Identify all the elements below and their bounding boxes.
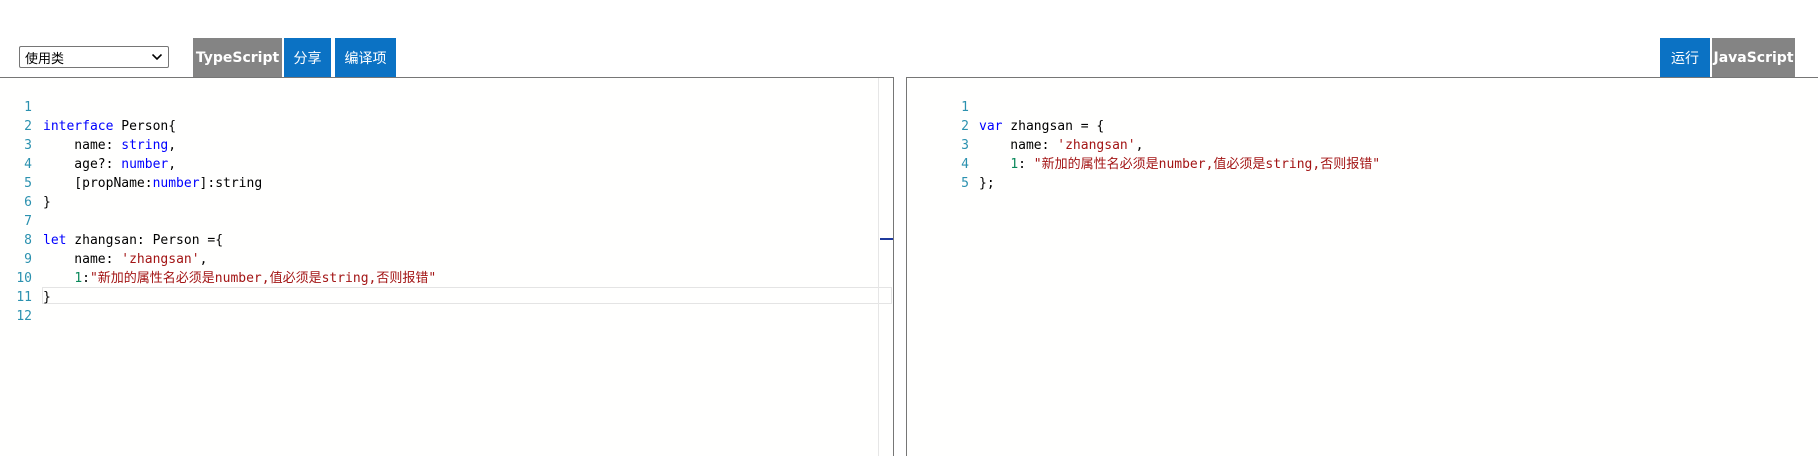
code-line: 4 [propName:number]:string <box>0 136 893 191</box>
javascript-output-editor[interactable]: 1 var zhangsan = { 2 name: 'zhangsan', 3… <box>906 77 1818 456</box>
vertical-scrollbar[interactable] <box>878 78 892 456</box>
typescript-tab[interactable]: TypeScript <box>193 38 282 77</box>
code-line: 1 var zhangsan = { <box>907 79 1818 134</box>
code-line: 6 <box>0 174 893 210</box>
code-line: 7 let zhangsan: Person ={ <box>0 193 893 248</box>
example-select-value: 使用类 <box>25 51 65 67</box>
example-select[interactable]: 使用类 <box>19 46 169 68</box>
run-button[interactable]: 运行 <box>1660 38 1710 77</box>
code-line: 5 } <box>0 155 893 210</box>
typescript-editor[interactable]: 1 interface Person{ 2 name: string, 3 ag… <box>0 77 894 456</box>
code-line: 2 name: string, <box>0 98 893 153</box>
code-line: 9 1:"新加的属性名必须是number,值必须是string,否则报错" <box>0 231 893 286</box>
code-line: 2 name: 'zhangsan', <box>907 98 1818 153</box>
code-line: 1 interface Person{ <box>0 79 893 134</box>
code-line: 3 age?: number, <box>0 117 893 172</box>
code-line: 8 name: 'zhangsan', <box>0 212 893 267</box>
code-line: 12 <box>0 288 893 324</box>
javascript-tab[interactable]: JavaScript <box>1712 38 1795 77</box>
code-line: 11 <box>0 269 893 305</box>
code-line: 10 } <box>0 250 893 305</box>
share-button[interactable]: 分享 <box>284 38 331 77</box>
code-line: 3 1: "新加的属性名必须是number,值必须是string,否则报错" <box>907 117 1818 172</box>
chevron-down-icon <box>152 52 162 62</box>
compile-options-button[interactable]: 编译项 <box>335 38 396 77</box>
code-text: }; <box>979 176 995 191</box>
line-number: 5 <box>961 176 969 191</box>
code-line: 4 }; <box>907 136 1818 191</box>
line-number: 12 <box>16 309 32 324</box>
code-line: 5 <box>907 155 1818 191</box>
overview-ruler-cursor <box>880 238 893 240</box>
playground-page: 使用类 TypeScript 分享 编译项 运行 JavaScript 1 in… <box>0 0 1818 456</box>
